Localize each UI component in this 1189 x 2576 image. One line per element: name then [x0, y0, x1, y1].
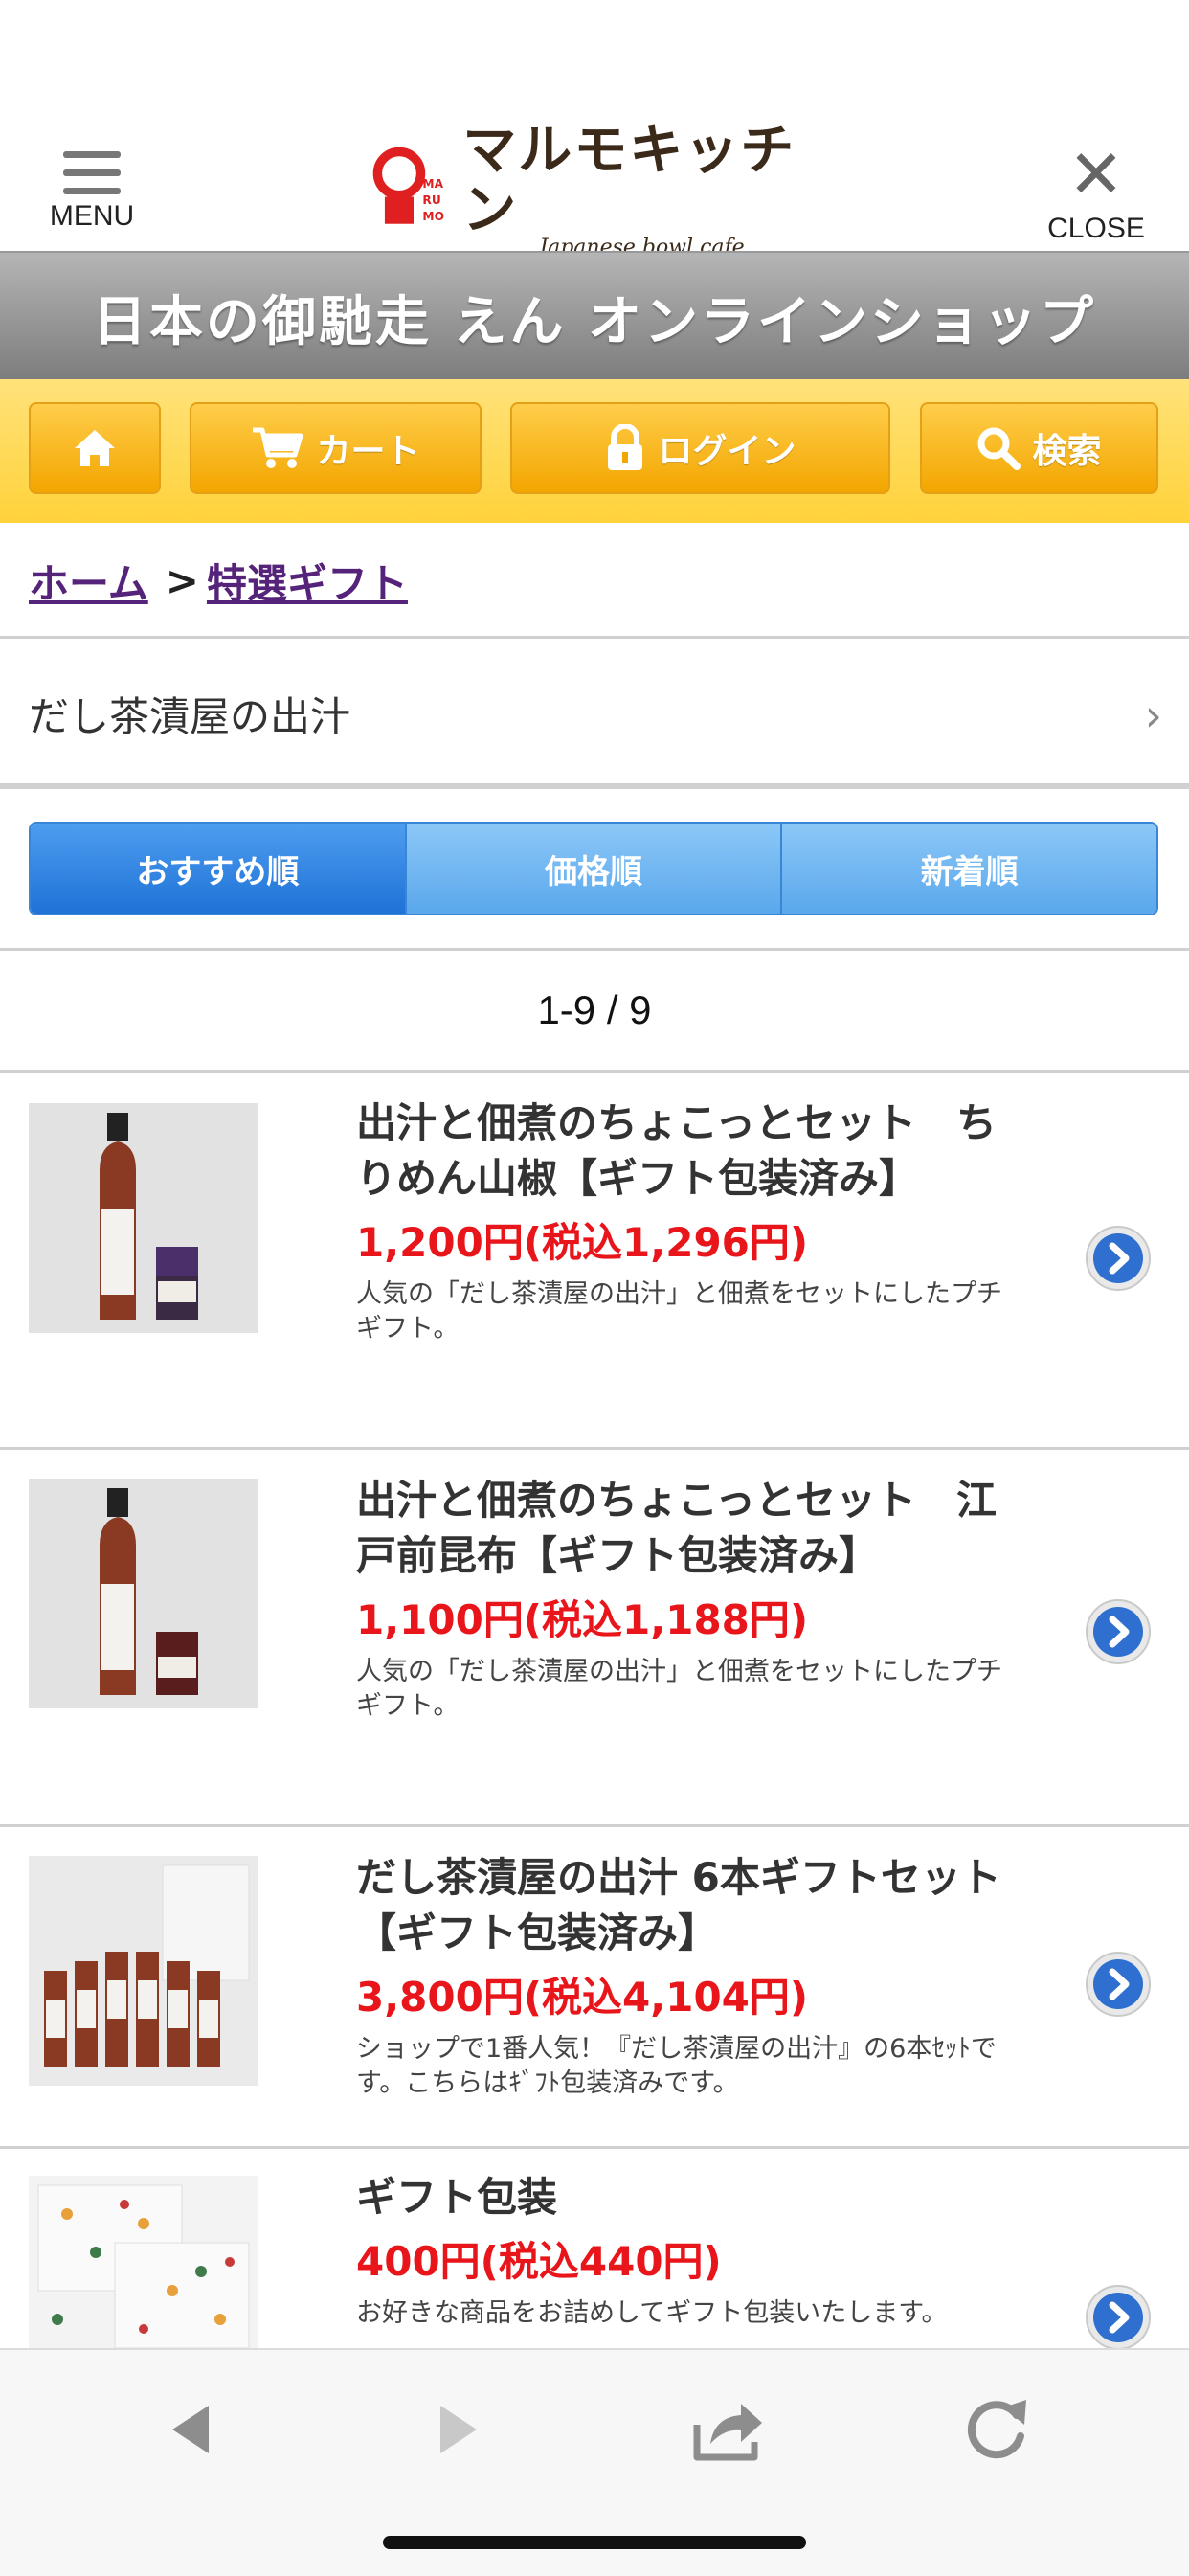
product-price: 1,100円(税込1,188円)	[356, 1596, 809, 1643]
product-description: 人気の「だし茶漬屋の出汁」と佃煮をセットにしたプチギフト。	[356, 1657, 1002, 1721]
product-item[interactable]: 出汁と佃煮のちょこっとセット ちりめん山椒【ギフト包装済み】 1,200円(税込…	[0, 1073, 1189, 1450]
cart-button[interactable]: カート	[190, 402, 482, 494]
nav-bar: カート ログイン 検索	[0, 379, 1189, 523]
home-button[interactable]	[29, 402, 161, 494]
svg-text:MA: MA	[422, 177, 443, 191]
forward-icon[interactable]	[414, 2386, 500, 2473]
share-icon[interactable]	[684, 2386, 770, 2473]
results-count: 1-9 / 9	[0, 948, 1189, 1073]
close-label: CLOSE	[1047, 213, 1145, 244]
product-description: ショップで1番人気！『だし茶漬屋の出汁』の6本ｾｯﾄです。こちらはｷﾞﾌﾄ包装済…	[356, 2034, 997, 2098]
close-icon: ✕	[1067, 135, 1125, 214]
breadcrumb: ホーム > 特選ギフト	[29, 552, 408, 609]
product-item[interactable]: だし茶漬屋の出汁 6本ギフトセット【ギフト包装済み】 3,800円(税込4,10…	[0, 1827, 1189, 2149]
product-item[interactable]: ギフト包装 400円(税込440円) お好きな商品をお詰めしてギフト包装いたしま…	[0, 2149, 1189, 2360]
search-label: 検索	[1032, 432, 1102, 471]
chevron-right-circle-icon[interactable]	[1084, 1597, 1153, 1666]
breadcrumb-current-link[interactable]: 特選ギフト	[207, 552, 408, 610]
svg-text:RU: RU	[422, 193, 440, 207]
product-name[interactable]: 出汁と佃煮のちょこっとセット 江戸前昆布【ギフト包装済み】	[356, 1473, 1026, 1584]
sort-tab-newest[interactable]: 新着順	[780, 824, 1156, 914]
product-price: 400円(税込440円)	[356, 2238, 722, 2285]
login-label: ログイン	[658, 432, 796, 471]
search-icon	[977, 427, 1021, 470]
app-header: MENU MA RU MO マルモキッチン Japanese bowl cafe…	[0, 121, 1189, 260]
shop-title: 日本の御馳走 えん オンラインショップ	[93, 290, 1096, 353]
lock-icon	[608, 424, 643, 470]
product-price: 1,200円(税込1,296円)	[356, 1219, 809, 1266]
menu-button[interactable]: MENU	[38, 144, 146, 249]
product-image[interactable]	[29, 1856, 258, 2086]
divider	[0, 636, 1189, 639]
breadcrumb-separator: >	[165, 556, 199, 604]
logo-brand: マルモキッチン	[462, 118, 796, 241]
login-button[interactable]: ログイン	[510, 402, 890, 494]
cart-icon	[253, 427, 303, 468]
logo[interactable]: MA RU MO マルモキッチン Japanese bowl cafe	[369, 121, 828, 260]
logo-mark-icon: MA RU MO	[372, 147, 444, 224]
sort-tab-price[interactable]: 価格順	[404, 824, 781, 914]
divider	[0, 783, 1189, 789]
product-description: 人気の「だし茶漬屋の出汁」と佃煮をセットにしたプチギフト。	[356, 1279, 1002, 1344]
product-image[interactable]	[29, 1103, 258, 1333]
product-name[interactable]: だし茶漬屋の出汁 6本ギフトセット【ギフト包装済み】	[356, 1850, 1026, 1961]
product-name[interactable]: ギフト包装	[356, 2170, 1026, 2226]
sort-tabs: おすすめ順 価格順 新着順	[29, 822, 1158, 915]
category-label: だし茶漬屋の出汁	[29, 692, 351, 740]
home-indicator	[383, 2536, 806, 2549]
search-button[interactable]: 検索	[920, 402, 1158, 494]
product-description: お好きな商品をお詰めしてギフト包装いたします。	[356, 2298, 948, 2328]
hamburger-icon	[63, 151, 121, 206]
chevron-right-circle-icon[interactable]	[1084, 1950, 1153, 2019]
chevron-right-circle-icon[interactable]	[1084, 2283, 1153, 2352]
reload-icon[interactable]	[953, 2386, 1040, 2473]
home-icon	[75, 430, 115, 466]
svg-text:MO: MO	[422, 210, 444, 223]
back-icon[interactable]	[149, 2386, 236, 2473]
category-row[interactable]: だし茶漬屋の出汁 ›	[0, 642, 1189, 785]
chevron-right-icon: ›	[1144, 689, 1162, 741]
cart-label: カート	[316, 432, 420, 471]
shop-banner: 日本の御馳走 えん オンラインショップ	[0, 251, 1189, 381]
menu-label: MENU	[49, 200, 135, 232]
sort-tab-recommended[interactable]: おすすめ順	[31, 824, 405, 914]
product-image[interactable]	[29, 1479, 258, 1708]
product-item[interactable]: 出汁と佃煮のちょこっとセット 江戸前昆布【ギフト包装済み】 1,100円(税込1…	[0, 1450, 1189, 1827]
breadcrumb-home-link[interactable]: ホーム	[29, 552, 148, 610]
product-image[interactable]	[29, 2176, 258, 2358]
product-name[interactable]: 出汁と佃煮のちょこっとセット ちりめん山椒【ギフト包装済み】	[356, 1096, 1026, 1207]
chevron-right-circle-icon[interactable]	[1084, 1224, 1153, 1293]
close-button[interactable]: ✕ CLOSE	[1039, 135, 1154, 249]
product-price: 3,800円(税込4,104円)	[356, 1974, 809, 2021]
